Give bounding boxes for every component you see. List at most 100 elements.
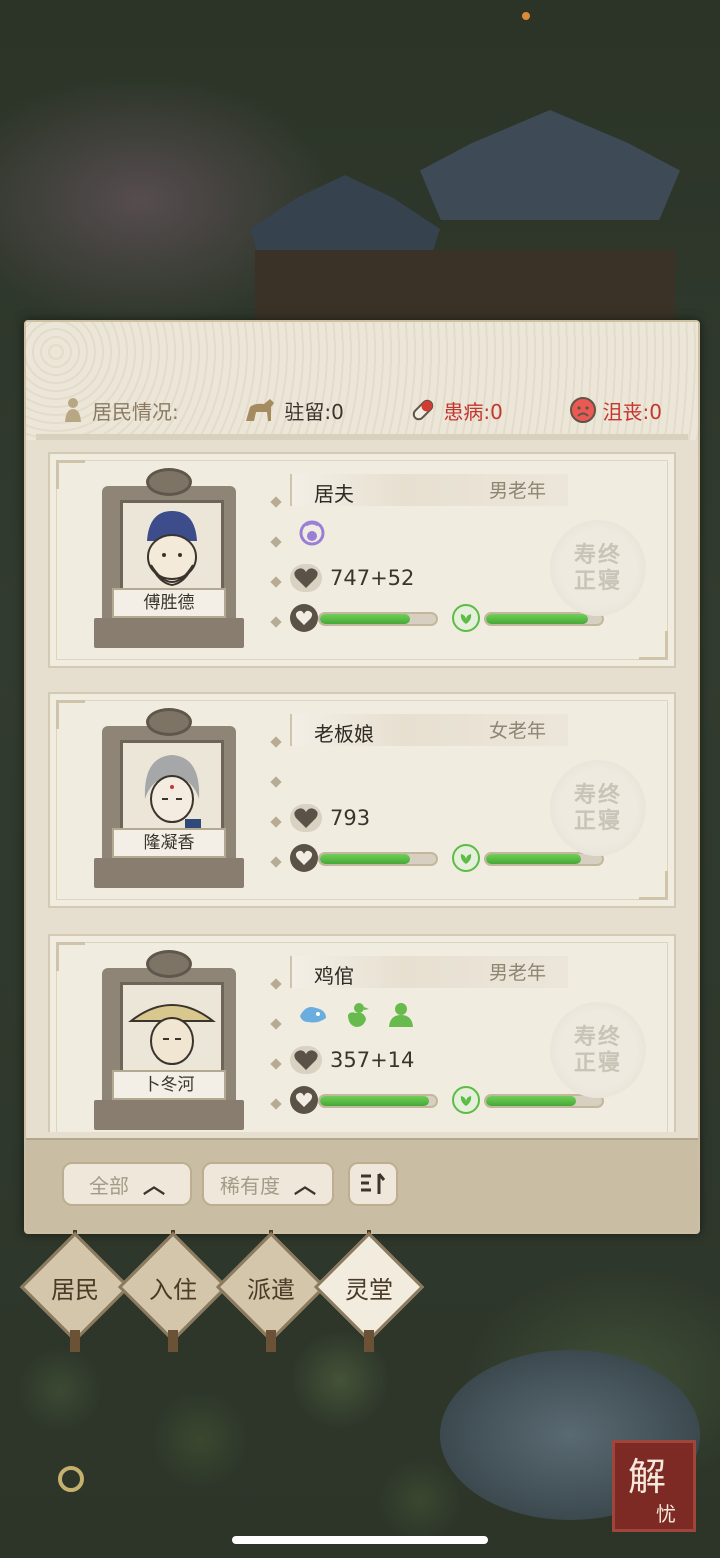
resident-score: 747+52 xyxy=(330,566,415,590)
stay-status: 驻留:0 xyxy=(244,396,344,425)
health-bar xyxy=(318,852,438,866)
bullet-diamond xyxy=(270,1058,282,1070)
score-row: 357+14 xyxy=(290,1044,414,1076)
bullet-diamond xyxy=(270,536,282,548)
resident-portrait[interactable]: 傅胜德 xyxy=(94,468,244,648)
resident-panel: 居民情况: 驻留:0 患病:0 沮丧:0 傅胜德 居夫 男老年 747+52 寿… xyxy=(24,320,700,1234)
health-heart-icon xyxy=(290,844,318,872)
mood-bar-fill xyxy=(486,1096,577,1106)
gender-age-label: 女老年 xyxy=(488,720,546,742)
occupation-label: 居夫 xyxy=(314,482,354,506)
jieyou-small-char: 忧 xyxy=(656,1502,676,1526)
sick-count: 患病:0 xyxy=(443,399,503,424)
nav-residents-label: 居民 xyxy=(51,1276,99,1304)
health-bar-fill xyxy=(320,1096,430,1106)
bullet-diamond xyxy=(270,856,282,868)
occupation-box: 老板娘 女老年 xyxy=(290,714,568,746)
stamp-text: 寿终正寝 xyxy=(573,542,622,594)
building-wall xyxy=(255,250,675,325)
resident-status-bar: 居民情况: 驻留:0 患病:0 沮丧:0 xyxy=(62,392,662,428)
fret-ornament xyxy=(56,700,85,729)
resident-card[interactable]: 卜冬河 鸡倌 男老年 357+14 寿终正寝 xyxy=(48,934,676,1132)
nav-spirit-hall-sign[interactable]: 灵堂 xyxy=(313,1230,425,1352)
mood-leaf-icon xyxy=(452,844,480,872)
sign-post xyxy=(168,1330,178,1352)
fret-ornament xyxy=(639,631,668,660)
nav-spirit-hall-label: 灵堂 xyxy=(345,1276,393,1304)
bullet-diamond xyxy=(270,1018,282,1030)
category-dropdown[interactable]: 全部 ︿ xyxy=(62,1162,192,1206)
portrait-base xyxy=(94,618,244,648)
mood-leaf-icon xyxy=(452,1086,480,1114)
occupation-box: 鸡倌 男老年 xyxy=(290,956,568,988)
stay-count: 驻留:0 xyxy=(284,399,344,424)
health-bar-fill xyxy=(320,614,411,624)
portrait-knot-ornament xyxy=(146,468,192,496)
resident-list[interactable]: 傅胜德 居夫 男老年 747+52 寿终正寝 隆凝香 老板娘 女老年 793 寿… xyxy=(40,452,684,1132)
lantern-light xyxy=(522,12,530,20)
health-heart-icon xyxy=(290,1086,318,1114)
sad-face-icon xyxy=(569,396,597,424)
green-trait-icon[interactable] xyxy=(386,1001,416,1029)
mood-leaf-icon xyxy=(452,604,480,632)
sign-post xyxy=(70,1330,80,1352)
mood-bar-fill xyxy=(486,614,589,624)
health-heart-icon xyxy=(290,604,318,632)
natural-death-stamp: 寿终正寝 xyxy=(550,760,646,856)
sort-dropdown[interactable]: 稀有度 ︿ xyxy=(202,1162,334,1206)
fret-ornament xyxy=(639,871,668,900)
nav-residents-sign[interactable]: 居民 xyxy=(19,1230,131,1352)
chicken-icon[interactable] xyxy=(344,1001,370,1029)
trait-icons xyxy=(298,518,326,548)
resident-card[interactable]: 傅胜德 居夫 男老年 747+52 寿终正寝 xyxy=(48,452,676,668)
resident-name: 傅胜德 xyxy=(112,588,226,618)
ring-icon[interactable] xyxy=(58,1466,84,1492)
sort-dropdown-label: 稀有度 xyxy=(219,1173,280,1198)
resident-icon xyxy=(62,397,84,423)
residents-status-label: 居民情况: xyxy=(92,399,179,424)
health-bar-fill xyxy=(320,854,411,864)
stamp-text: 寿终正寝 xyxy=(573,1024,622,1076)
heart-score-icon xyxy=(290,804,322,832)
sign-post xyxy=(266,1330,276,1352)
resident-portrait[interactable]: 卜冬河 xyxy=(94,950,244,1130)
resident-score: 793 xyxy=(330,806,371,830)
bullet-diamond xyxy=(270,1098,282,1110)
heart-score-icon xyxy=(290,564,322,592)
fret-ornament xyxy=(56,460,85,489)
sign-post xyxy=(364,1330,374,1352)
bullet-diamond xyxy=(270,816,282,828)
chevron-up-icon: ︿ xyxy=(142,1174,165,1199)
sort-order-button[interactable] xyxy=(348,1162,398,1206)
bullet-diamond xyxy=(270,576,282,588)
fret-ornament xyxy=(56,942,85,971)
nav-move-in-sign[interactable]: 入住 xyxy=(117,1230,229,1352)
purple-trait-icon[interactable] xyxy=(298,519,326,547)
portrait-base xyxy=(94,1100,244,1130)
bullet-diamond xyxy=(270,736,282,748)
occupation-label: 老板娘 xyxy=(314,722,374,746)
heart-score-icon xyxy=(290,1046,322,1074)
nav-dispatch-sign[interactable]: 派遣 xyxy=(215,1230,327,1352)
resident-card[interactable]: 隆凝香 老板娘 女老年 793 寿终正寝 xyxy=(48,692,676,908)
jieyou-badge[interactable]: 解 忧 xyxy=(612,1440,696,1532)
home-indicator[interactable] xyxy=(232,1536,488,1544)
stamp-text: 寿终正寝 xyxy=(573,782,622,834)
jieyou-big-char: 解 xyxy=(628,1455,667,1499)
health-bar xyxy=(318,612,438,626)
chevron-up-icon: ︿ xyxy=(293,1174,316,1199)
bullet-diamond xyxy=(270,776,282,788)
bullet-diamond xyxy=(270,978,282,990)
blue-trait-icon[interactable] xyxy=(298,1002,328,1028)
resident-status: 居民情况: xyxy=(62,396,179,425)
nav-dispatch-label: 派遣 xyxy=(247,1276,295,1304)
portrait-knot-ornament xyxy=(146,950,192,978)
nav-move-in-label: 入住 xyxy=(149,1276,197,1304)
sort-order-icon xyxy=(361,1173,386,1194)
mood-bar-fill xyxy=(486,854,582,864)
resident-portrait[interactable]: 隆凝香 xyxy=(94,708,244,888)
depressed-status: 沮丧:0 xyxy=(569,396,662,425)
natural-death-stamp: 寿终正寝 xyxy=(550,520,646,616)
panel-header: 居民情况: 驻留:0 患病:0 沮丧:0 xyxy=(26,322,698,440)
sick-status: 患病:0 xyxy=(409,396,503,425)
